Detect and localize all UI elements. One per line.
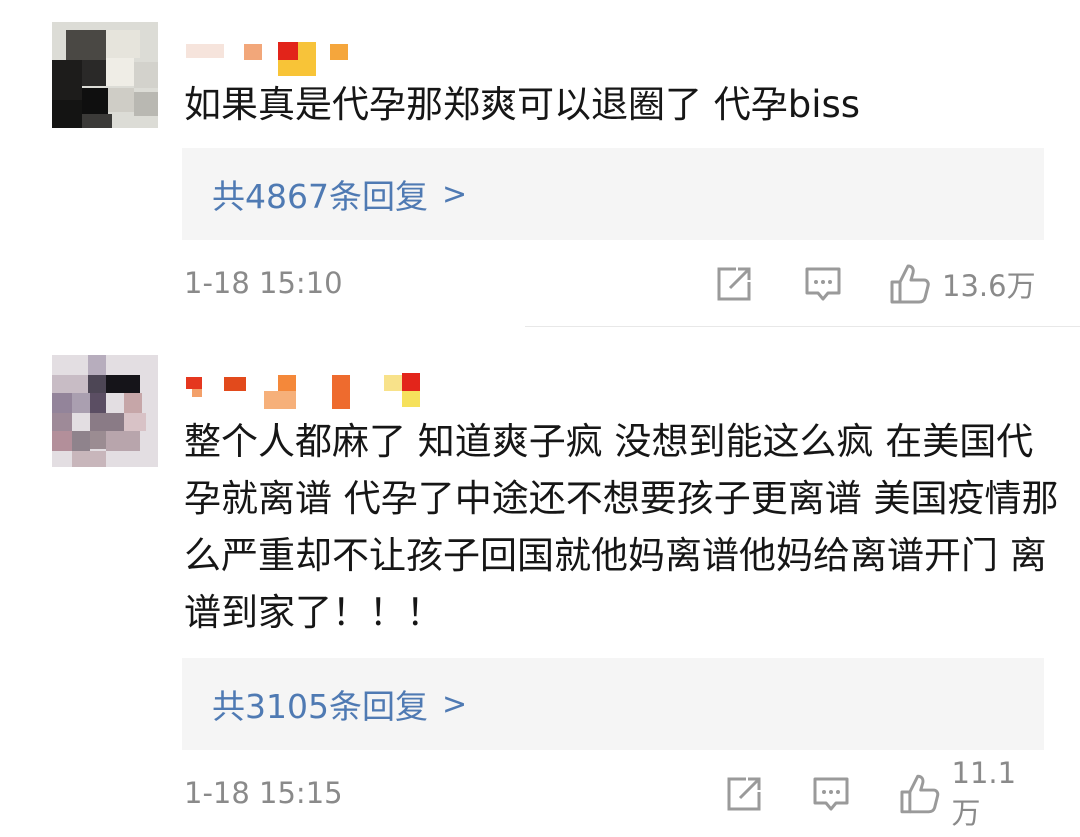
username[interactable] — [186, 371, 426, 411]
share-button[interactable] — [724, 772, 764, 816]
like-icon — [900, 774, 940, 814]
avatar[interactable] — [52, 355, 158, 467]
like-button[interactable]: 11.1万 — [898, 756, 1044, 830]
replies-label: 共3105条回复 — [212, 687, 428, 726]
timestamp: 1-18 15:15 — [184, 776, 343, 810]
like-count: 13.6万 — [942, 269, 1036, 303]
comment-meta: 1-18 15:15 11.1万 — [184, 756, 1044, 830]
comment-item: 如果真是代孕那郑爽可以退圈了 代孕biss 共4867条回复 > 1-18 15… — [0, 0, 1080, 326]
avatar[interactable] — [52, 22, 158, 128]
chevron-right-icon: > — [441, 686, 468, 722]
comment-text: 整个人都麻了 知道爽子疯 没想到能这么疯 在美国代孕就离谱 代孕了中途还不想要孩… — [184, 420, 1059, 634]
like-icon — [890, 264, 930, 304]
username[interactable] — [186, 38, 356, 78]
chevron-right-icon: > — [441, 176, 468, 212]
comment-button[interactable] — [804, 262, 842, 306]
comment-text: 如果真是代孕那郑爽可以退圈了 代孕biss — [184, 83, 861, 126]
replies-link[interactable]: 共4867条回复 > — [182, 148, 1044, 240]
like-count: 11.1万 — [951, 756, 1017, 830]
share-icon — [727, 777, 761, 811]
comment-meta: 1-18 15:10 13.6万 — [184, 262, 1044, 306]
comment-item: 整个人都麻了 知道爽子疯 没想到能这么疯 在美国代孕就离谱 代孕了中途还不想要孩… — [0, 327, 1080, 837]
comment-icon — [813, 777, 849, 811]
comment-button[interactable] — [812, 772, 850, 816]
share-icon — [717, 267, 751, 301]
comment-icon — [805, 267, 841, 301]
replies-label: 共4867条回复 — [212, 177, 428, 216]
like-button[interactable]: 13.6万 — [888, 262, 1036, 306]
replies-link[interactable]: 共3105条回复 > — [182, 658, 1044, 750]
share-button[interactable] — [714, 262, 754, 306]
timestamp: 1-18 15:10 — [184, 266, 343, 300]
